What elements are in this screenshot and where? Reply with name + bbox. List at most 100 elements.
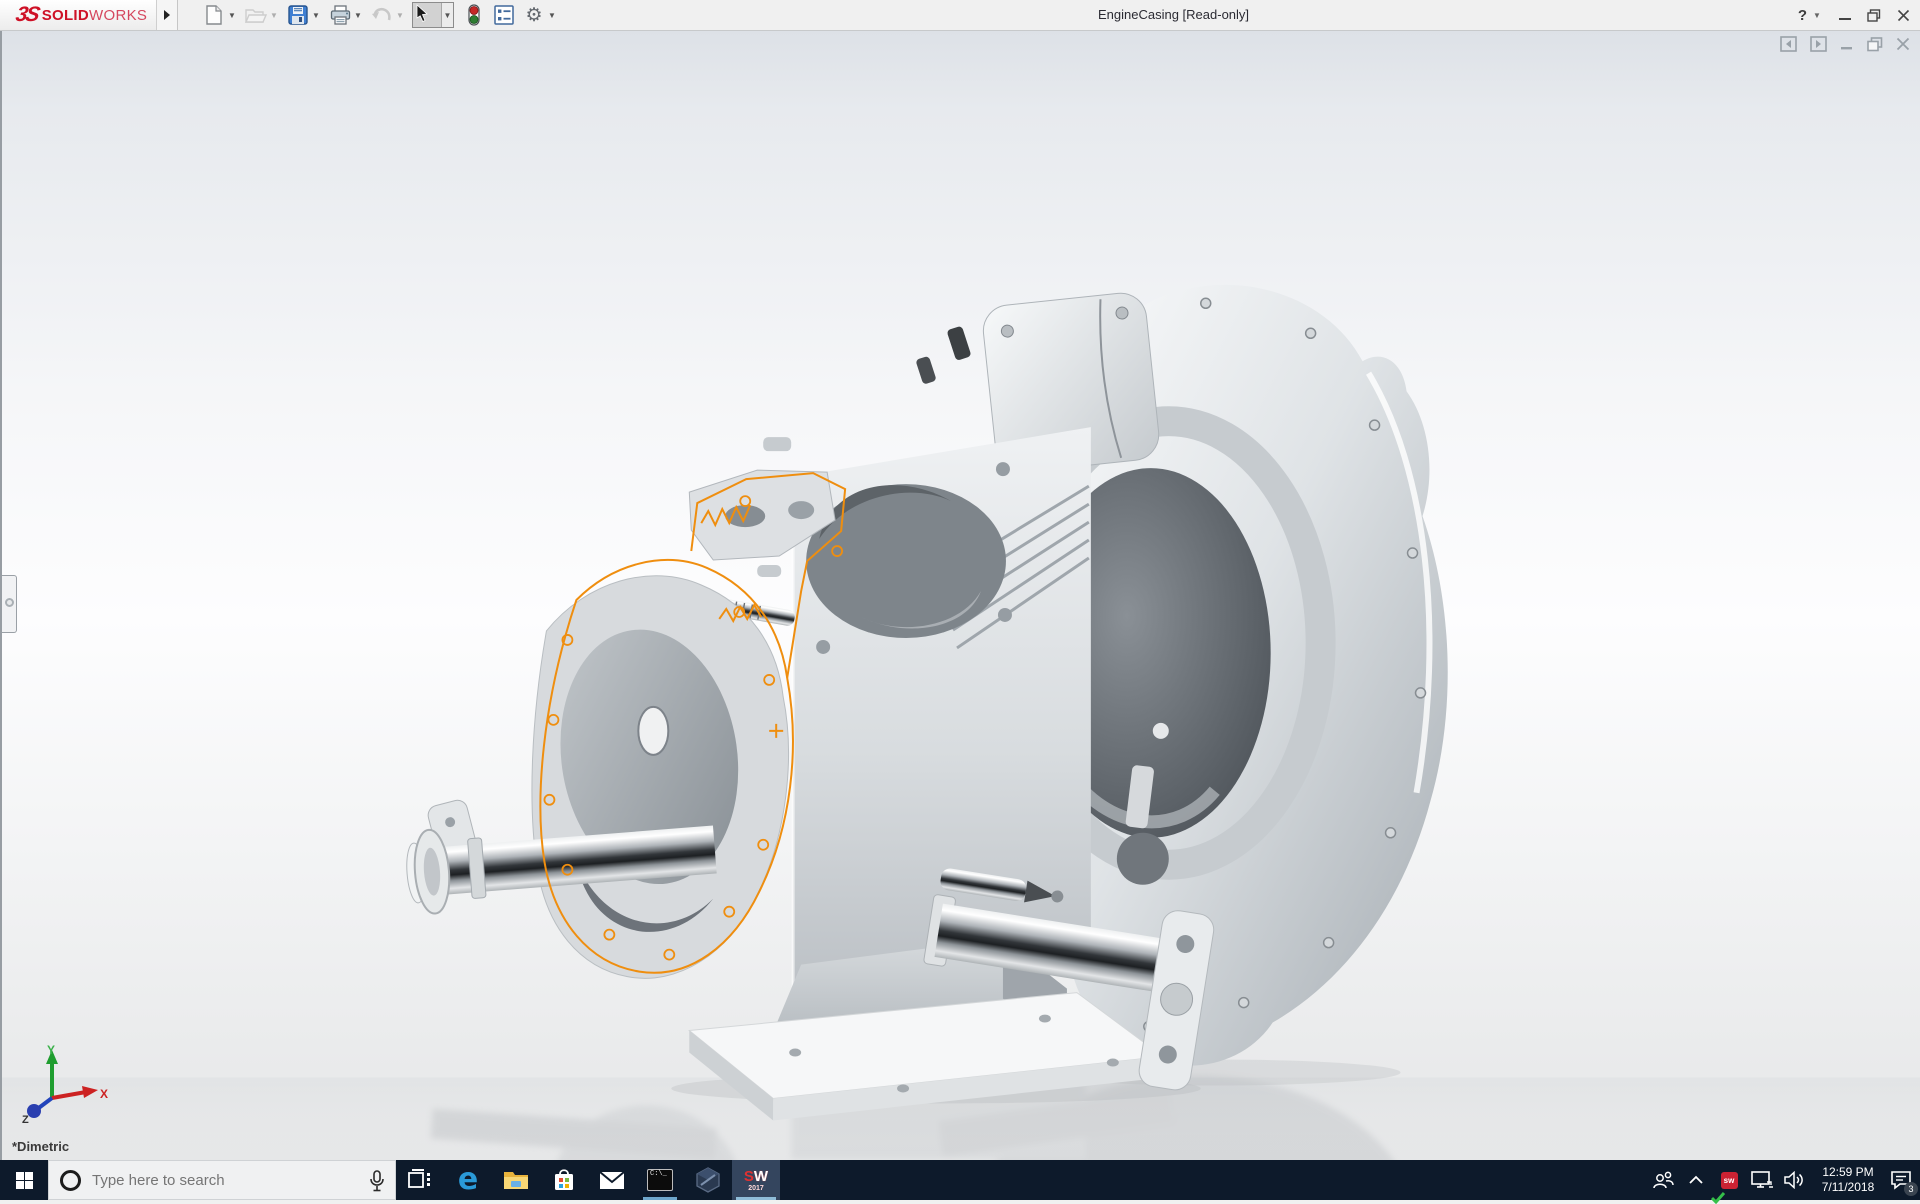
options-button[interactable]: ⚙ ▼ bbox=[522, 3, 558, 27]
store-button[interactable] bbox=[540, 1160, 588, 1200]
dropdown-caret[interactable]: ▼ bbox=[546, 3, 558, 27]
task-view-button[interactable] bbox=[396, 1160, 444, 1200]
store-icon bbox=[552, 1168, 576, 1192]
speaker-icon bbox=[1784, 1171, 1806, 1189]
hexagon-app-button[interactable] bbox=[684, 1160, 732, 1200]
undo-icon bbox=[370, 3, 394, 27]
minimize-button[interactable] bbox=[1839, 7, 1851, 25]
triad-y-label: Y bbox=[47, 1043, 55, 1057]
graphics-viewport[interactable]: Y X Z *Dimetric bbox=[0, 31, 1920, 1160]
solidworks-tray-icon: sw bbox=[1721, 1172, 1738, 1189]
pane-expand-dot-icon bbox=[5, 598, 14, 607]
cover-stud bbox=[915, 356, 936, 385]
print-button[interactable]: ▼ bbox=[328, 3, 364, 27]
gear-icon: ⚙ bbox=[522, 3, 546, 27]
properties-list-icon bbox=[492, 3, 516, 27]
undo-button[interactable]: ▼ bbox=[370, 3, 406, 27]
pane-left-button[interactable] bbox=[1780, 36, 1797, 52]
clock-date: 7/11/2018 bbox=[1815, 1180, 1881, 1195]
start-button[interactable] bbox=[0, 1160, 48, 1200]
dropdown-caret[interactable]: ▼ bbox=[226, 3, 238, 27]
dropdown-caret[interactable]: ▼ bbox=[268, 3, 280, 27]
notification-badge: 3 bbox=[1904, 1182, 1918, 1196]
print-icon bbox=[328, 3, 352, 27]
logo-text-bold: SOLID bbox=[42, 7, 89, 24]
new-document-icon bbox=[202, 3, 226, 27]
restore-icon bbox=[1867, 9, 1881, 22]
logo-text-light: WORKS bbox=[89, 7, 147, 24]
command-prompt-icon: C:\_ bbox=[647, 1169, 673, 1191]
hexagon-app-icon bbox=[695, 1167, 721, 1193]
orientation-triad: Y X Z bbox=[16, 1042, 108, 1124]
save-button[interactable]: ▼ bbox=[286, 3, 322, 27]
select-tool-button[interactable]: ▼ bbox=[412, 2, 454, 28]
triad-x-label: X bbox=[100, 1087, 108, 1101]
engine-casing-model[interactable] bbox=[2, 31, 1920, 1160]
edge-button[interactable]: e bbox=[444, 1160, 492, 1200]
windows-taskbar: e C:\_ SW 2017 bbox=[0, 1160, 1920, 1200]
edge-icon: e bbox=[458, 1165, 478, 1195]
cortana-icon[interactable] bbox=[60, 1170, 81, 1191]
show-hidden-icons-button[interactable] bbox=[1683, 1160, 1709, 1200]
taskbar-search[interactable] bbox=[48, 1160, 396, 1200]
close-button[interactable] bbox=[1897, 9, 1910, 22]
dropdown-caret[interactable]: ▼ bbox=[352, 3, 364, 27]
restore-button[interactable] bbox=[1867, 9, 1881, 22]
flyout-arrow-icon bbox=[163, 9, 171, 21]
action-center-button[interactable]: 3 bbox=[1888, 1160, 1914, 1200]
file-explorer-button[interactable] bbox=[492, 1160, 540, 1200]
volume-button[interactable] bbox=[1782, 1160, 1808, 1200]
dropdown-caret[interactable]: ▼ bbox=[1811, 4, 1823, 28]
dropdown-caret[interactable]: ▼ bbox=[441, 3, 453, 27]
traffic-light-icon bbox=[462, 3, 486, 27]
document-title: EngineCasing [Read-only] bbox=[1098, 0, 1249, 31]
quick-access-toolbar: ▼ ▼ ▼ ▼ ▼ ▼ bbox=[202, 0, 564, 30]
doc-minimize-button[interactable] bbox=[1840, 37, 1854, 51]
taskbar-clock[interactable]: 12:59 PM 7/11/2018 bbox=[1815, 1165, 1881, 1195]
view-orientation-label: *Dimetric bbox=[12, 1139, 69, 1154]
close-icon bbox=[1897, 9, 1910, 22]
clock-time: 12:59 PM bbox=[1815, 1165, 1881, 1180]
search-input[interactable] bbox=[92, 1172, 332, 1189]
file-explorer-icon bbox=[503, 1169, 529, 1191]
feature-manager-collapsed-tab[interactable] bbox=[2, 575, 17, 633]
mail-button[interactable] bbox=[588, 1160, 636, 1200]
properties-button[interactable] bbox=[492, 3, 516, 27]
windows-logo-icon bbox=[16, 1172, 33, 1189]
save-floppy-icon bbox=[286, 3, 310, 27]
solidworks-resource-monitor[interactable]: sw bbox=[1716, 1160, 1742, 1200]
people-icon bbox=[1652, 1171, 1674, 1189]
help-label: ? bbox=[1798, 7, 1807, 24]
minimize-icon bbox=[1839, 18, 1851, 20]
open-folder-icon bbox=[244, 3, 268, 27]
new-document-button[interactable]: ▼ bbox=[202, 3, 238, 27]
solidworks-2017-button[interactable]: SW 2017 bbox=[732, 1160, 780, 1200]
mail-icon bbox=[599, 1171, 625, 1190]
pane-right-button[interactable] bbox=[1810, 36, 1827, 52]
network-button[interactable] bbox=[1749, 1160, 1775, 1200]
document-window-controls bbox=[1780, 36, 1910, 52]
ds-logo-mark: 3S bbox=[13, 3, 40, 27]
help-button[interactable]: ? ▼ bbox=[1798, 4, 1823, 28]
titlebar: 3S SOLIDWORKS ▼ ▼ ▼ ▼ bbox=[0, 0, 1920, 31]
cover-stud bbox=[946, 326, 971, 361]
people-button[interactable] bbox=[1650, 1160, 1676, 1200]
chevron-up-icon bbox=[1688, 1175, 1704, 1185]
triad-z-label: Z bbox=[22, 1114, 29, 1124]
select-arrow-icon bbox=[413, 3, 441, 27]
display-states-button[interactable] bbox=[462, 3, 486, 27]
solidworks-logo: 3S SOLIDWORKS bbox=[0, 0, 157, 30]
system-tray: sw 12:59 PM 7/11/2018 bbox=[1650, 1160, 1920, 1200]
menu-flyout-button[interactable] bbox=[157, 0, 178, 30]
dropdown-caret[interactable]: ▼ bbox=[310, 3, 322, 27]
dropdown-caret[interactable]: ▼ bbox=[394, 3, 406, 27]
microphone-icon[interactable] bbox=[369, 1170, 385, 1197]
solidworks-app-icon: SW 2017 bbox=[744, 1169, 768, 1192]
window-controls: ? ▼ bbox=[1798, 0, 1910, 31]
network-icon bbox=[1751, 1171, 1774, 1190]
open-button[interactable]: ▼ bbox=[244, 3, 280, 27]
doc-restore-button[interactable] bbox=[1867, 37, 1883, 52]
task-view-icon bbox=[408, 1169, 432, 1191]
doc-close-button[interactable] bbox=[1896, 37, 1910, 51]
command-prompt-button[interactable]: C:\_ bbox=[636, 1160, 684, 1200]
